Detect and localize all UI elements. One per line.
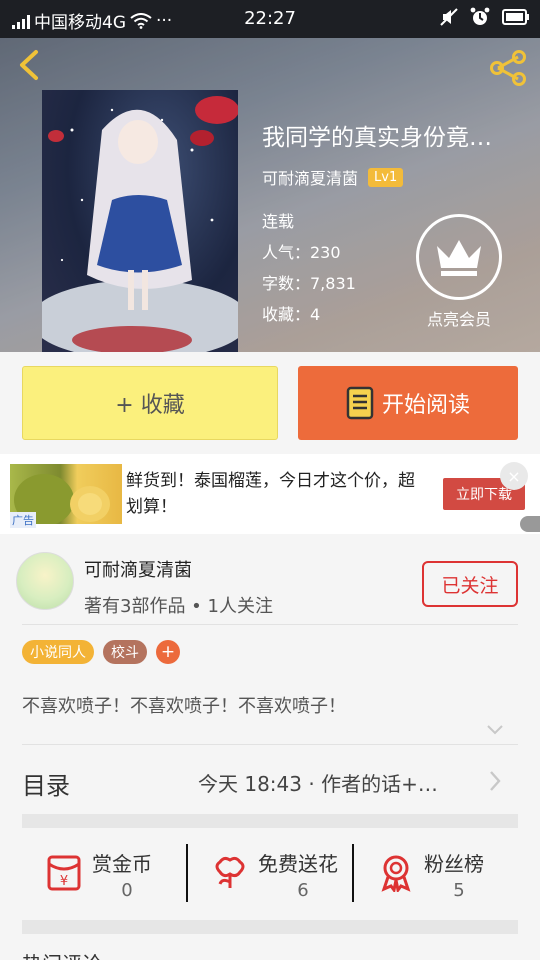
divider bbox=[22, 624, 518, 625]
medal-icon bbox=[381, 855, 411, 892]
cover-illustration bbox=[42, 96, 238, 352]
add-favorite-button[interactable]: + 收藏 bbox=[22, 366, 278, 440]
follow-button[interactable]: 已关注 bbox=[422, 561, 518, 607]
chevron-right-icon[interactable] bbox=[488, 770, 502, 792]
status-bar: 中国移动4G ··· 22:27 bbox=[0, 0, 540, 38]
book-word-count: 字数：7,831 bbox=[262, 274, 356, 293]
book-header: 我同学的真实身份竟… 可耐滴夏清菌 Lv1 连载 人气：230 字数：7,831… bbox=[0, 38, 540, 352]
action-bar: + 收藏 开始阅读 bbox=[0, 352, 540, 454]
tag-item[interactable]: 小说同人 bbox=[22, 640, 94, 664]
reward-label: 赏金币 bbox=[92, 852, 152, 876]
status-right bbox=[440, 7, 530, 27]
vip-label[interactable]: 点亮会员 bbox=[404, 306, 514, 330]
chevron-down-icon[interactable] bbox=[486, 724, 504, 736]
flower-icon bbox=[215, 856, 245, 888]
author-name[interactable]: 可耐滴夏清菌 bbox=[84, 556, 192, 582]
ad-close-button[interactable]: × bbox=[500, 462, 528, 490]
section-band bbox=[22, 920, 518, 934]
ad-text[interactable]: 鲜货到！泰国榴莲，今日才这个价，超划算！ bbox=[126, 468, 416, 520]
share-icon[interactable] bbox=[488, 48, 528, 88]
reward-label: 免费送花 bbox=[258, 852, 338, 876]
reward-value: 0 bbox=[121, 880, 133, 901]
alarm-icon bbox=[470, 7, 490, 25]
book-title: 我同学的真实身份竟… bbox=[262, 125, 492, 151]
book-description: 不喜欢喷子！不喜欢喷子！不喜欢喷子！ bbox=[22, 696, 346, 717]
crown-icon bbox=[437, 240, 481, 276]
svg-text:¥: ¥ bbox=[60, 874, 68, 889]
level-badge: Lv1 bbox=[368, 167, 404, 187]
book-author-row: 可耐滴夏清菌 Lv1 bbox=[262, 165, 404, 189]
author-avatar[interactable] bbox=[16, 552, 74, 610]
book-icon bbox=[346, 386, 374, 420]
reward-bar: ¥ 赏金币 0 免费送花 6 粉丝榜 5 bbox=[22, 838, 518, 908]
author-stats: 著有3部作品 • 1人关注 bbox=[84, 596, 273, 617]
ad-corner-icon bbox=[520, 516, 540, 532]
back-arrow-icon[interactable] bbox=[14, 48, 48, 82]
tag-item[interactable]: 校斗 bbox=[103, 640, 147, 664]
reward-value: 5 bbox=[453, 880, 465, 901]
author-section: 可耐滴夏清菌 著有3部作品 • 1人关注 已关注 小说同人 校斗 + 不喜欢喷子… bbox=[0, 538, 540, 960]
book-status: 连载 bbox=[262, 212, 295, 231]
red-envelope-icon: ¥ bbox=[47, 855, 81, 891]
toc-label[interactable]: 目录 bbox=[22, 766, 70, 801]
book-author[interactable]: 可耐滴夏清菌 bbox=[262, 165, 358, 189]
reward-fans-cell[interactable]: 粉丝榜 5 bbox=[354, 838, 518, 908]
mute-icon bbox=[440, 8, 458, 26]
section-band bbox=[22, 814, 518, 828]
book-cover[interactable] bbox=[42, 90, 238, 352]
reward-value: 6 bbox=[297, 880, 309, 901]
ad-banner[interactable]: 广告 鲜货到！泰国榴莲，今日才这个价，超划算！ 立即下载 × bbox=[0, 454, 540, 534]
divider bbox=[22, 744, 518, 745]
vip-button[interactable] bbox=[416, 214, 502, 300]
reward-coin-cell[interactable]: ¥ 赏金币 0 bbox=[22, 838, 186, 908]
start-reading-button[interactable]: 开始阅读 bbox=[298, 366, 518, 440]
book-popularity: 人气：230 bbox=[262, 243, 341, 262]
add-tag-button[interactable]: + bbox=[156, 640, 180, 664]
reward-flower-cell[interactable]: 免费送花 6 bbox=[188, 838, 352, 908]
book-favorites: 收藏：4 bbox=[262, 305, 321, 324]
hot-comments-heading: 热门评论 bbox=[22, 948, 102, 960]
tag-list: 小说同人 校斗 + bbox=[22, 640, 180, 664]
reward-label: 粉丝榜 bbox=[424, 852, 484, 876]
ad-tag: 广告 bbox=[10, 512, 36, 528]
battery-icon bbox=[502, 9, 529, 25]
start-reading-label: 开始阅读 bbox=[381, 393, 470, 418]
toc-latest-update[interactable]: 今天 18:43 · 作者的话+… bbox=[198, 768, 474, 797]
